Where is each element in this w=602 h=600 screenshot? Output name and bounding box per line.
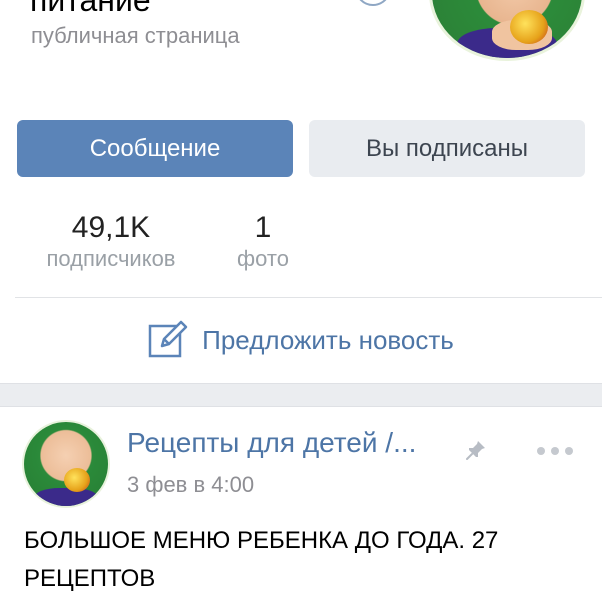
- section-separator: [0, 383, 602, 407]
- avatar-apple: [510, 10, 548, 44]
- edit-icon: [148, 320, 188, 358]
- photos-value: 1: [254, 211, 272, 244]
- post-author-name[interactable]: Рецепты для детей /...: [127, 427, 416, 459]
- info-icon[interactable]: [355, 0, 391, 6]
- followers-counter[interactable]: 49,1K подписчиков: [28, 210, 194, 272]
- page-title: питание: [30, 0, 151, 18]
- message-button[interactable]: Сообщение: [17, 120, 293, 177]
- photos-label: фото: [237, 246, 289, 271]
- followers-label: подписчиков: [46, 246, 176, 271]
- post-avatar-apple: [64, 468, 90, 492]
- suggest-news-label: Предложить новость: [202, 324, 454, 355]
- divider: [15, 297, 602, 298]
- post-timestamp[interactable]: 3 фев в 4:00: [127, 472, 254, 498]
- community-header: питание публичная страница: [0, 0, 602, 103]
- more-icon[interactable]: [536, 446, 574, 456]
- post-avatar-shirt: [34, 488, 98, 506]
- photos-counter[interactable]: 1 фото: [228, 210, 298, 272]
- suggest-news-button[interactable]: Предложить новость: [0, 312, 602, 368]
- post-author-avatar[interactable]: [24, 422, 108, 506]
- community-avatar[interactable]: [432, 0, 582, 58]
- page-type-label: публичная страница: [31, 23, 240, 48]
- subscribed-button[interactable]: Вы подписаны: [309, 120, 585, 177]
- pin-icon: [466, 441, 485, 460]
- followers-value: 49,1K: [71, 211, 151, 244]
- post-text: БОЛЬШОЕ МЕНЮ РЕБЕНКА ДО ГОДА. 27 РЕЦЕПТО…: [24, 527, 499, 592]
